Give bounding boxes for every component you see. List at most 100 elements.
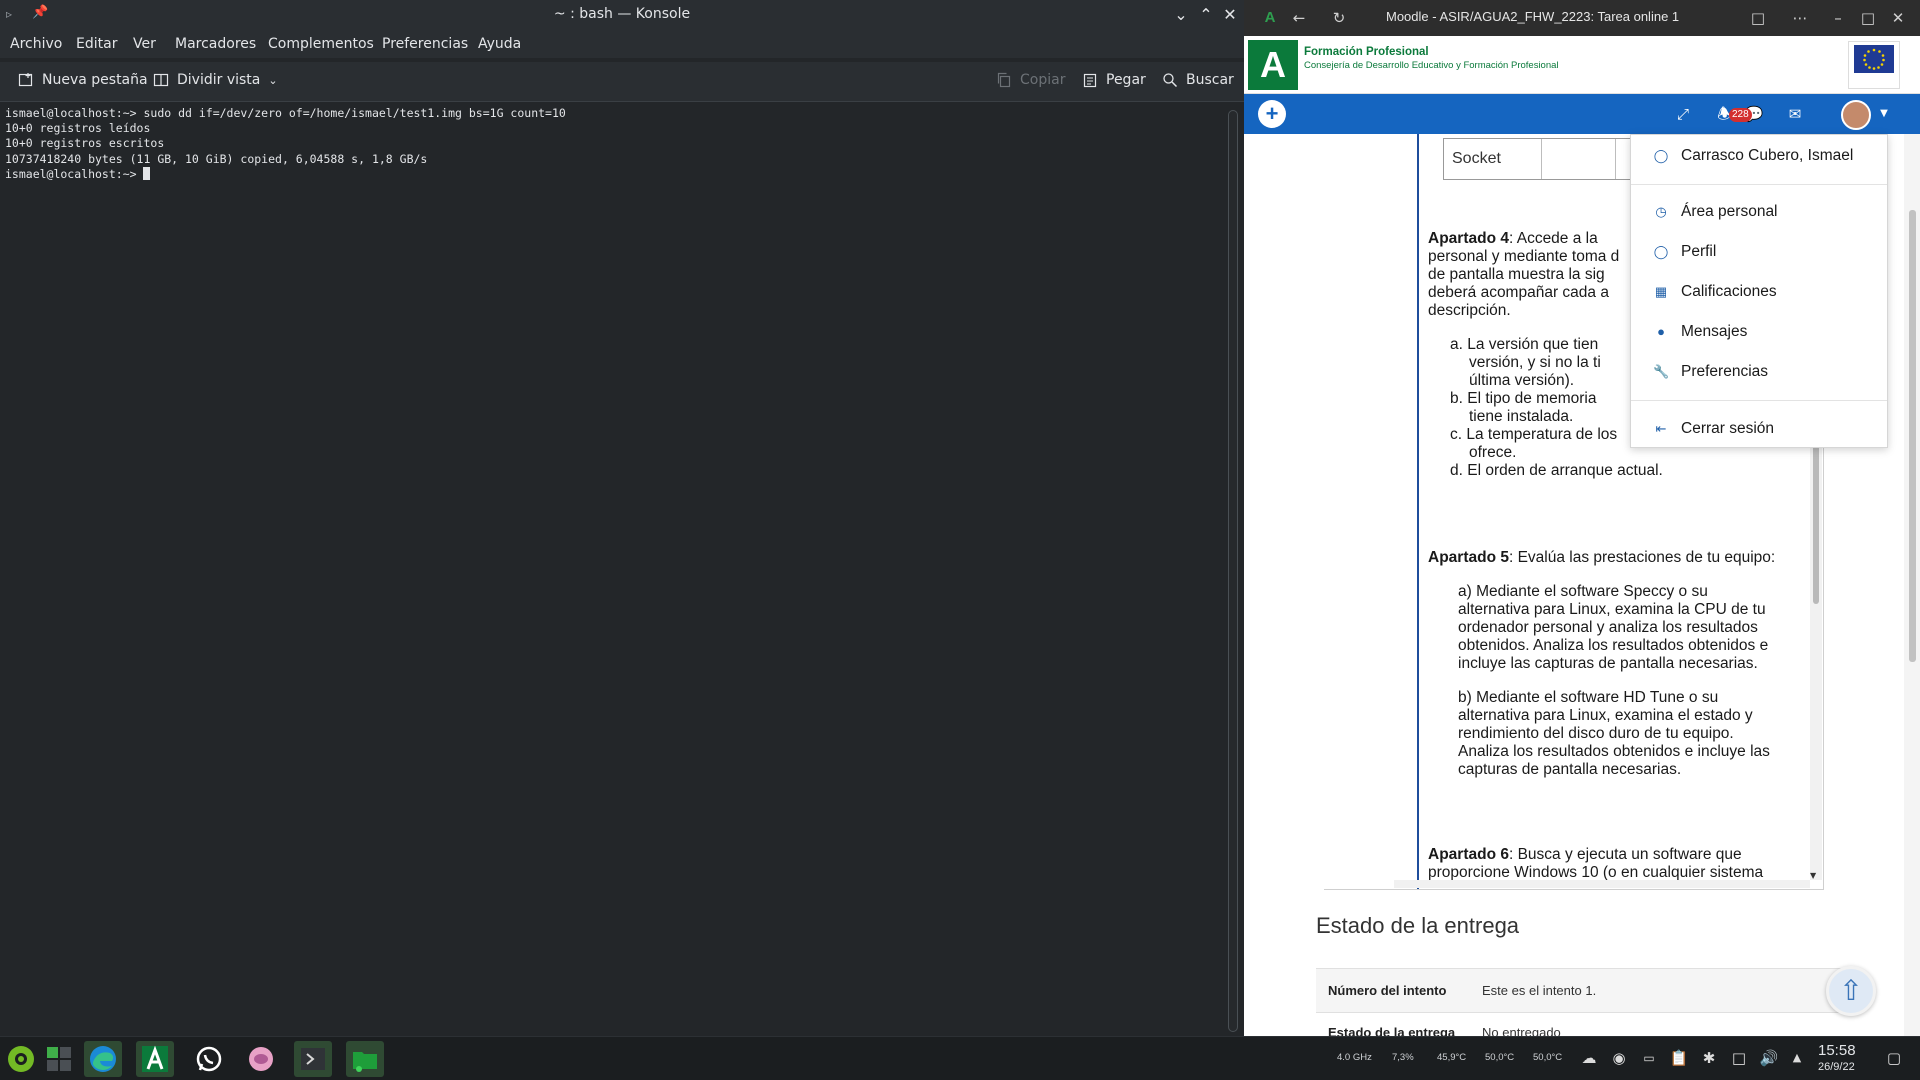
new-tab-button[interactable]: Nueva pestaña [18, 72, 148, 88]
caret-down-icon[interactable]: ▼ [1874, 104, 1894, 124]
moodle-favicon-icon: A [1264, 9, 1276, 26]
file-manager-task[interactable] [346, 1041, 384, 1077]
moodle-app-task[interactable] [136, 1041, 174, 1077]
apartado5-label: Apartado 5 [1428, 549, 1509, 566]
menu-complementos[interactable]: Complementos [268, 36, 374, 52]
show-desktop-icon[interactable]: ▢ [1884, 1048, 1904, 1068]
table-row: Estado de la entrega No entregado [1316, 1012, 1856, 1036]
user-icon: ◯ [1653, 244, 1669, 259]
list-item: b. El tipo de memoria [1450, 390, 1597, 407]
menu-divider [1631, 184, 1887, 185]
menu-ayuda[interactable]: Ayuda [478, 36, 521, 52]
minimize-icon[interactable]: – [1828, 8, 1848, 28]
minimize-icon[interactable]: ⌄ [1170, 4, 1192, 26]
temperature-sensor[interactable]: 45,9°C [1437, 1052, 1466, 1063]
close-icon[interactable]: ✕ [1888, 8, 1908, 28]
menu-item-preferencias[interactable]: 🔧 Preferencias [1631, 355, 1887, 389]
opensuse-icon [8, 1046, 34, 1072]
new-tab-label: Nueva pestaña [42, 72, 148, 88]
apartado6-label: Apartado 6 [1428, 846, 1509, 863]
list-item: ofrece. [1469, 444, 1517, 461]
document-margin-bar [1417, 134, 1419, 889]
scroll-to-top-button[interactable]: ⇧ [1826, 966, 1876, 1016]
clock-time[interactable]: 15:58 [1818, 1042, 1856, 1059]
menu-item-perfil[interactable]: ◯ Perfil [1631, 235, 1887, 269]
maximize-icon[interactable]: ⌃ [1195, 4, 1217, 26]
paste-icon [1083, 73, 1097, 88]
menu-editar[interactable]: Editar [76, 36, 117, 52]
paste-label: Pegar [1106, 72, 1146, 88]
socket-table-cell [1542, 139, 1616, 179]
whatsapp-task[interactable] [190, 1041, 228, 1077]
reload-icon[interactable]: ↻ [1329, 8, 1349, 28]
install-app-icon[interactable]: □ [1748, 8, 1768, 28]
cpu-load[interactable]: 7,3% [1392, 1052, 1414, 1063]
menu-ver[interactable]: Ver [133, 36, 156, 52]
menu-marcadores[interactable]: Marcadores [175, 36, 256, 52]
temperature-sensor[interactable]: 50,0°C [1533, 1052, 1562, 1063]
add-button[interactable]: + [1258, 100, 1286, 128]
menu-item-label: Calificaciones [1681, 283, 1777, 300]
scroll-down-icon[interactable]: ▼ [1810, 871, 1816, 880]
a5a-line: obtenidos. Analiza los resultados obteni… [1458, 637, 1769, 654]
back-arrow-icon[interactable]: ← [1289, 8, 1309, 28]
menu-archivo[interactable]: Archivo [10, 36, 62, 52]
envelope-icon[interactable]: ✉ [1785, 104, 1805, 124]
clipboard-icon[interactable]: 📋 [1669, 1048, 1689, 1068]
clock-date[interactable]: 26/9/22 [1818, 1061, 1855, 1073]
document-hscrollbar[interactable] [1394, 880, 1810, 888]
menu-item-mensajes[interactable]: ● Mensajes [1631, 315, 1887, 349]
menu-item-area-personal[interactable]: ◷ Área personal [1631, 195, 1887, 229]
chevron-down-icon[interactable]: ⌄ [268, 74, 277, 87]
a5a-line: incluye las capturas de pantalla necesar… [1458, 655, 1758, 672]
menu-item-logout[interactable]: ⇤ Cerrar sesión [1631, 412, 1887, 446]
user-icon: ◯ [1653, 148, 1669, 163]
maximize-icon[interactable]: □ [1858, 8, 1878, 28]
tray-expand-icon[interactable]: ▲ [1787, 1048, 1807, 1068]
page-scrollbar-thumb[interactable] [1909, 210, 1916, 662]
terminal-output[interactable]: ismael@localhost:~> sudo dd if=/dev/zero… [0, 104, 1226, 1036]
user-menu-dropdown: ◯ Carrasco Cubero, Ismael ◷ Área persona… [1630, 134, 1888, 448]
copy-button[interactable]: Copiar [996, 72, 1065, 88]
a5b-line: Analiza los resultados obtenidos e inclu… [1458, 743, 1770, 760]
cloud-icon[interactable]: ☁ [1579, 1048, 1599, 1068]
bluetooth-icon[interactable]: ✱ [1699, 1048, 1719, 1068]
apartado4-line: descripción. [1428, 302, 1511, 319]
chat-app-task[interactable] [242, 1041, 280, 1077]
konsole-titlebar[interactable]: ▹ 📌 ~ : bash — Konsole ⌄ ⌃ ✕ [0, 0, 1244, 30]
application-launcher-button[interactable] [2, 1041, 40, 1077]
table-row-key: Estado de la entrega [1328, 1025, 1456, 1036]
browser-titlebar[interactable]: A ← ↻ Moodle - ASIR/AGUA2_FHW_2223: Tare… [1244, 0, 1920, 36]
konsole-task[interactable] [294, 1041, 332, 1077]
arrow-up-icon: ⇧ [1839, 974, 1863, 1007]
close-icon[interactable]: ✕ [1219, 4, 1241, 26]
color-picker-icon[interactable]: ◉ [1609, 1048, 1629, 1068]
more-options-icon[interactable]: ⋯ [1790, 8, 1810, 28]
network-icon[interactable]: □ [1729, 1048, 1749, 1068]
fullscreen-icon[interactable]: ⤢ [1673, 104, 1693, 124]
moodle-navbar: + ⤢ 🕭 💬 ✉ ▼ [1244, 94, 1920, 134]
cpu-frequency[interactable]: 4.0 GHz [1337, 1052, 1372, 1063]
apartado4-label: Apartado 4 [1428, 230, 1509, 247]
user-name-item[interactable]: ◯ Carrasco Cubero, Ismael [1631, 139, 1887, 173]
paste-button[interactable]: Pegar [1082, 72, 1146, 88]
table-row: Número del intento Este es el intento 1. [1316, 968, 1856, 1012]
edge-browser-task[interactable] [84, 1041, 122, 1077]
a5a-line: a) Mediante el software Speccy o su [1458, 583, 1708, 600]
terminal-prompt: ismael@localhost:~> [5, 166, 144, 181]
split-view-button[interactable]: Dividir vista ⌄ [153, 72, 278, 88]
menu-preferencias[interactable]: Preferencias [382, 36, 468, 52]
grades-table-icon: ▦ [1654, 284, 1668, 299]
edge-icon [90, 1046, 116, 1072]
temperature-sensor[interactable]: 50,0°C [1485, 1052, 1514, 1063]
fp-title: Formación Profesional [1304, 46, 1429, 58]
volume-icon[interactable]: 🔊 [1759, 1048, 1779, 1068]
menu-item-calificaciones[interactable]: ▦ Calificaciones [1631, 275, 1887, 309]
avatar[interactable] [1841, 100, 1871, 130]
terminal-tray-icon[interactable]: ▭ [1639, 1048, 1659, 1068]
show-desktop-button[interactable] [40, 1041, 78, 1077]
find-button[interactable]: Buscar [1162, 72, 1234, 88]
terminal-scrollbar[interactable] [1228, 110, 1238, 1032]
junta-andalucia-logo[interactable]: A [1248, 40, 1298, 90]
logout-icon: ⇤ [1655, 421, 1667, 436]
